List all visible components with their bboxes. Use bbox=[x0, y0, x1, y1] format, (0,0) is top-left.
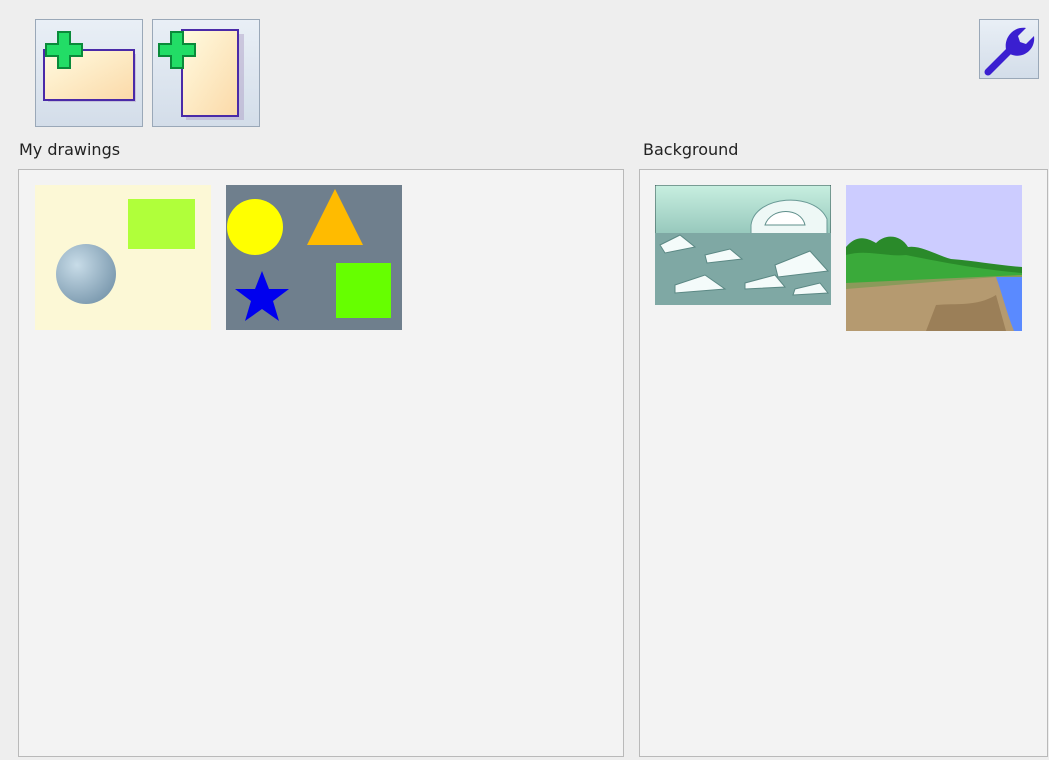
background-thumbnail-beach[interactable] bbox=[846, 185, 1022, 331]
background-thumbnail-arctic[interactable] bbox=[655, 185, 831, 305]
drawing-thumbnail-2[interactable] bbox=[226, 185, 402, 330]
new-portrait-drawing-button[interactable] bbox=[152, 19, 260, 127]
my-drawings-panel bbox=[18, 169, 624, 757]
new-landscape-drawing-button[interactable] bbox=[35, 19, 143, 127]
background-panel bbox=[639, 169, 1048, 757]
new-landscape-page-icon bbox=[43, 31, 136, 102]
background-label: Background bbox=[643, 140, 739, 159]
wrench-icon bbox=[984, 27, 1035, 76]
drawing-thumbnail-1[interactable] bbox=[35, 185, 211, 330]
settings-button[interactable] bbox=[979, 19, 1039, 79]
my-drawings-label: My drawings bbox=[19, 140, 121, 159]
new-portrait-page-icon bbox=[158, 29, 244, 120]
